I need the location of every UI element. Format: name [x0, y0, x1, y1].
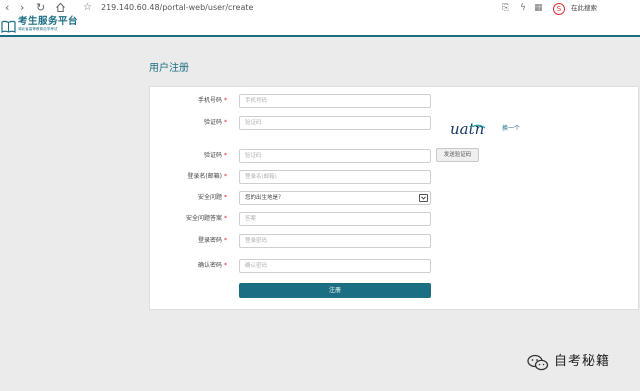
phone-label: 手机号码 * — [197, 97, 227, 104]
password-input[interactable] — [239, 234, 431, 248]
refresh-captcha-link[interactable]: 换一个 — [502, 124, 520, 133]
grid-icon[interactable]: ▦ — [534, 2, 543, 14]
home-icon[interactable] — [55, 2, 66, 17]
site-header: 考生服务平台 湖北省高等教育自学考试 — [0, 16, 640, 37]
password-label: 登录密码 * — [197, 237, 227, 244]
security-question-select[interactable]: 您的出生地是？ — [239, 191, 431, 205]
back-icon[interactable]: ‹ — [5, 1, 9, 15]
star-icon[interactable]: ☆ — [83, 1, 92, 15]
sms-code-input[interactable] — [239, 149, 431, 163]
watermark-text: 自考秘籍 — [554, 354, 611, 369]
security-answer-label: 安全问题答案 * — [185, 215, 227, 222]
watermark: 自考秘籍 — [527, 352, 627, 374]
share-icon[interactable]: ⎘ — [502, 2, 509, 14]
address-bar[interactable]: 219.140.60.48/portal-web/user/create — [101, 2, 253, 14]
page-title: 用户注册 — [149, 63, 189, 74]
lightning-icon[interactable]: ϟ — [520, 2, 526, 14]
captcha-image[interactable]: uatn — [449, 118, 497, 140]
search-engine-icon[interactable]: S — [553, 3, 565, 15]
reload-icon[interactable]: ↻ — [36, 1, 45, 15]
search-box[interactable]: 在此搜索 — [571, 3, 597, 13]
login-name-label: 登录名(邮箱) * — [187, 173, 227, 180]
chevron-down-icon — [419, 194, 428, 202]
wechat-icon — [527, 354, 549, 371]
security-answer-input[interactable] — [239, 212, 431, 226]
register-form: 手机号码* 验证码* uatn 换一个 验证码* 发送验证码 登录名(邮箱)* … — [149, 86, 639, 310]
captcha-code-input[interactable] — [239, 116, 431, 130]
confirm-password-input[interactable] — [239, 259, 431, 273]
security-question-label: 安全问题 * — [197, 194, 227, 201]
browser-toolbar: ‹ › ↻ ☆ 219.140.60.48/portal-web/user/cr… — [0, 0, 640, 18]
send-code-button[interactable]: 发送验证码 — [436, 148, 479, 162]
phone-input[interactable] — [239, 94, 431, 108]
svg-text:uatn: uatn — [450, 120, 484, 138]
captcha-code-label: 验证码 * — [203, 119, 227, 126]
register-button[interactable]: 注册 — [239, 283, 431, 298]
login-name-input[interactable] — [239, 170, 431, 184]
forward-icon[interactable]: › — [20, 1, 24, 15]
security-question-value: 您的出生地是？ — [245, 195, 284, 201]
site-subtitle: 湖北省高等教育自学考试 — [18, 27, 58, 31]
book-logo-icon — [1, 18, 16, 33]
confirm-password-label: 确认密码 * — [197, 262, 227, 269]
sms-code-label: 验证码 * — [203, 152, 227, 159]
